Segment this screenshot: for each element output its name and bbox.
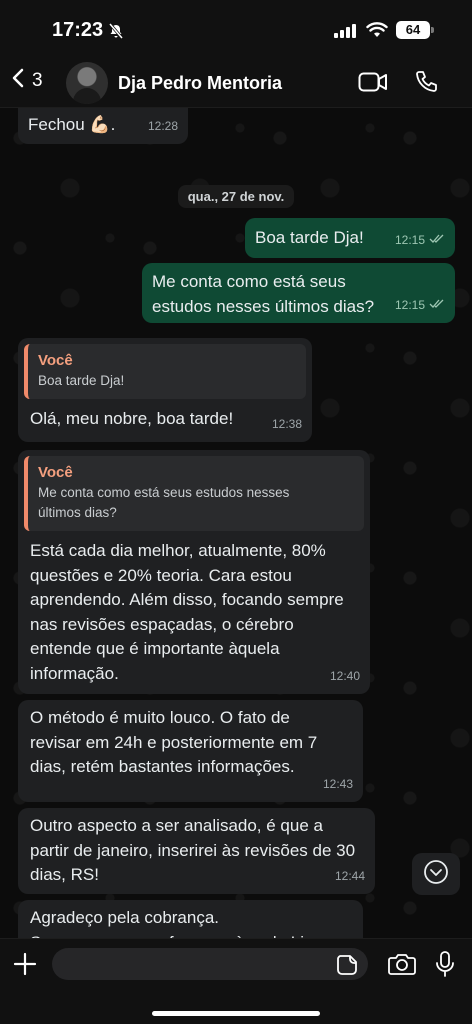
message-text: O método é muito louco. O fato de revisa… <box>30 708 318 776</box>
message-incoming-reply[interactable]: Você Me conta como está seus estudos nes… <box>18 450 370 694</box>
message-time: 12:43 <box>322 776 353 791</box>
scroll-to-bottom-button[interactable] <box>412 853 460 895</box>
message-text: Olá, meu nobre, boa tarde! <box>30 409 234 428</box>
quoted-message[interactable]: Você Boa tarde Dja! <box>24 344 306 399</box>
wifi-icon <box>366 21 388 43</box>
chat-area[interactable]: Fechou 💪🏻. 12:28 qua., 27 de nov. Boa ta… <box>0 108 472 938</box>
status-time: 17:23 <box>52 19 104 41</box>
message-text: Outro aspecto a ser analisado, é que a p… <box>30 816 356 884</box>
quoted-message[interactable]: Você Me conta como está seus estudos nes… <box>24 456 364 531</box>
message-time: 12:15 <box>394 232 425 247</box>
message-outgoing[interactable]: Boa tarde Dja! 12:15 <box>245 218 455 258</box>
battery-tip <box>431 27 434 33</box>
status-bar: 17:23 64 <box>0 0 472 56</box>
message-time: 12:44 <box>334 868 365 883</box>
quote-author: Você <box>38 464 73 481</box>
date-label: qua., 27 de nov. <box>177 185 295 208</box>
composer-bar <box>0 938 472 1024</box>
chevron-down-icon <box>423 859 449 890</box>
plus-icon[interactable] <box>12 951 38 982</box>
message-text: Agradeço pela cobrança. Sempre que vem, … <box>30 908 327 938</box>
quote-author: Você <box>38 352 73 369</box>
double-check-icon <box>429 228 445 253</box>
battery-level: 64 <box>396 21 430 39</box>
chevron-left-icon <box>12 68 24 94</box>
message-time: 12:40 <box>329 668 360 683</box>
quote-text: Me conta como está seus estudos nesses ú… <box>38 485 290 520</box>
bell-slash-icon <box>108 23 124 44</box>
camera-icon[interactable] <box>388 952 416 981</box>
message-incoming[interactable]: Agradeço pela cobrança. Sempre que vem, … <box>18 900 363 938</box>
unread-count: 3 <box>32 70 43 91</box>
contact-name[interactable]: Dja Pedro Mentoria <box>118 73 282 94</box>
date-separator: qua., 27 de nov. <box>0 185 472 208</box>
chat-header: 3 Dja Pedro Mentoria <box>0 56 472 108</box>
message-text: Me conta como está seus estudos nesses ú… <box>152 272 375 316</box>
mic-icon[interactable] <box>435 950 455 983</box>
quote-text: Boa tarde Dja! <box>38 373 125 388</box>
message-input[interactable] <box>52 948 368 980</box>
message-time: 12:28 <box>147 118 178 133</box>
message-text: Está cada dia melhor, atualmente, 80% qu… <box>30 541 344 683</box>
double-check-icon <box>429 293 445 318</box>
sticker-icon[interactable] <box>336 954 358 981</box>
signal-icon <box>334 24 356 38</box>
message-incoming[interactable]: O método é muito louco. O fato de revisa… <box>18 700 363 802</box>
home-indicator <box>152 1011 320 1016</box>
message-incoming[interactable]: Fechou 💪🏻. 12:28 <box>18 108 188 144</box>
message-incoming-reply[interactable]: Você Boa tarde Dja! Olá, meu nobre, boa … <box>18 338 312 442</box>
message-outgoing[interactable]: Me conta como está seus estudos nesses ú… <box>142 263 455 323</box>
video-icon[interactable] <box>358 71 388 98</box>
back-button[interactable]: 3 <box>12 68 43 94</box>
avatar[interactable] <box>66 62 108 104</box>
message-incoming[interactable]: Outro aspecto a ser analisado, é que a p… <box>18 808 375 894</box>
message-time: 12:38 <box>271 416 302 431</box>
message-time: 12:15 <box>394 297 425 312</box>
phone-icon[interactable] <box>414 70 438 99</box>
